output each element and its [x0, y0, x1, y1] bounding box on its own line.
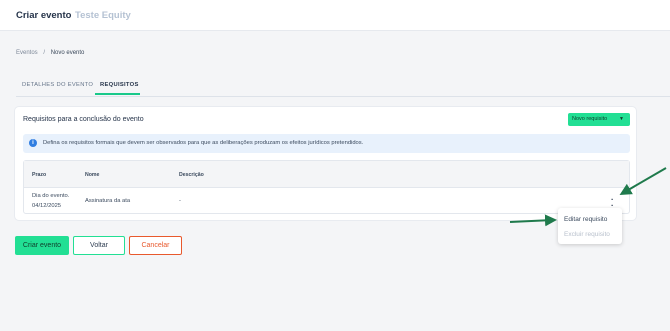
- tabs: DETALHES DO EVENTO REQUISITOS: [16, 78, 670, 97]
- row-nome: Assinatura da ata: [85, 198, 131, 204]
- row-actions-menu: Editar requisito Excluir requisito: [558, 208, 622, 244]
- column-header-nome: Nome: [85, 172, 100, 178]
- tab-event-details[interactable]: DETALHES DO EVENTO: [22, 82, 93, 88]
- table-row: Dia do evento. 04/12/2025 Assinatura da …: [24, 188, 629, 216]
- back-button[interactable]: Voltar: [73, 236, 125, 255]
- breadcrumb-separator: /: [43, 50, 46, 56]
- annotation-arrow-edit: [509, 214, 557, 227]
- row-descricao: -: [179, 198, 181, 204]
- cancel-button[interactable]: Cancelar: [129, 236, 182, 255]
- page-title: Criar evento: [16, 10, 72, 21]
- requirements-title: Requisitos para a conclusão do evento: [23, 116, 144, 123]
- column-header-prazo: Prazo: [32, 172, 47, 178]
- company-name: Teste Equity: [75, 10, 131, 21]
- menu-item-delete-requirement[interactable]: Excluir requisito: [564, 231, 610, 238]
- menu-item-edit-requirement[interactable]: Editar requisito: [564, 216, 607, 223]
- requirements-card: Requisitos para a conclusão do evento No…: [15, 107, 636, 220]
- row-prazo-date: 04/12/2025: [32, 203, 62, 209]
- info-text: Defina os requisitos formais que devem s…: [43, 140, 364, 146]
- breadcrumb-events-link[interactable]: Eventos: [16, 50, 38, 56]
- breadcrumb-current: Novo evento: [50, 50, 85, 56]
- column-header-descricao: Descrição: [179, 172, 204, 178]
- new-requirement-button[interactable]: Novo requisito ▼: [568, 113, 630, 126]
- row-prazo-label: Dia do evento.: [32, 193, 70, 199]
- info-icon: i: [29, 139, 37, 147]
- info-banner: i Defina os requisitos formais que devem…: [23, 134, 630, 153]
- table-header: Prazo Nome Descrição: [24, 161, 629, 188]
- breadcrumb: Eventos / Novo evento: [16, 50, 84, 56]
- requirements-table: Prazo Nome Descrição Dia do evento. 04/1…: [23, 160, 630, 216]
- tab-requirements[interactable]: REQUISITOS: [100, 82, 139, 88]
- new-requirement-label: Novo requisito: [572, 116, 608, 122]
- create-event-button[interactable]: Criar evento: [15, 236, 69, 255]
- chevron-down-icon: ▼: [619, 116, 624, 122]
- active-tab-indicator: [95, 93, 140, 95]
- top-bar: Criar evento Teste Equity: [0, 0, 670, 31]
